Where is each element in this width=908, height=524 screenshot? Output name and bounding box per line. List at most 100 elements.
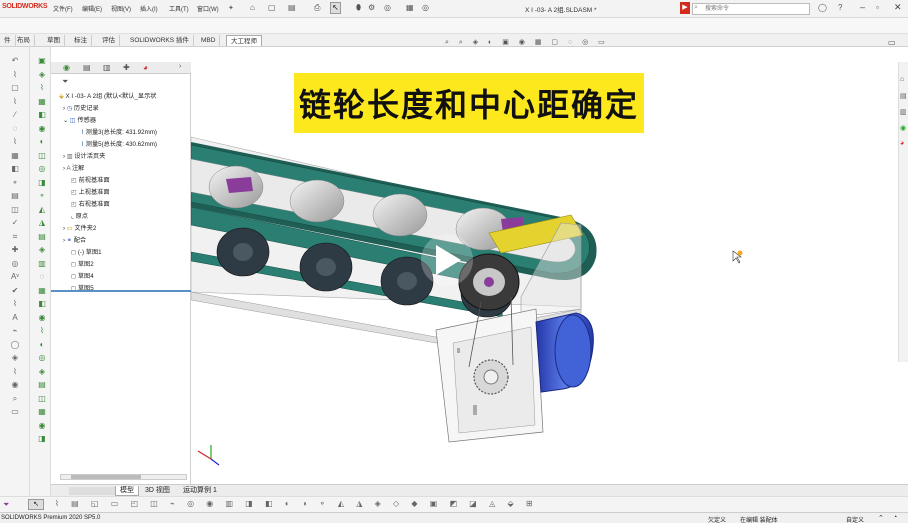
annotation-icon: A bbox=[66, 165, 71, 172]
tree-item-measure3[interactable]: ⌇ 测量3(总长度: 431.92mm) bbox=[81, 127, 157, 136]
tree-divider[interactable] bbox=[51, 290, 191, 292]
viewport-restore-icon[interactable]: ▭ bbox=[888, 38, 896, 47]
menu-insert[interactable]: 插入(I) bbox=[140, 4, 158, 13]
heads-up-toolbar[interactable]: ⌕ ⌕ ◈ ◐ ▣ ◉ ▦ ▢ ◌ ◎ ▭ bbox=[445, 38, 665, 48]
roller bbox=[289, 179, 345, 223]
tree-item-sketch2[interactable]: ◻ 草图2 bbox=[71, 259, 94, 268]
task-pane: ⌂ ▤ ▥ ◉ ◕ bbox=[898, 62, 908, 362]
tree-item-origin[interactable]: ⌞ 原点 bbox=[71, 211, 88, 220]
home-icon[interactable]: ⌂ bbox=[250, 3, 255, 12]
tree-item-right-plane[interactable]: ◰ 右视基准面 bbox=[71, 199, 110, 208]
menu-tools[interactable]: 工具(T) bbox=[169, 4, 189, 13]
origin-icon: ⌞ bbox=[71, 213, 74, 220]
tree-scrollbar[interactable] bbox=[60, 474, 187, 480]
config-icon[interactable]: ▥ bbox=[103, 63, 111, 72]
slot bbox=[473, 405, 477, 415]
explorer-icon[interactable]: ▥ bbox=[900, 108, 907, 116]
tab-motion-study[interactable]: 运动算例 1 bbox=[179, 486, 221, 496]
expand-icon[interactable]: › bbox=[179, 63, 181, 70]
tab-scroll[interactable] bbox=[69, 487, 117, 495]
left-toolbar-icons[interactable]: ↶ ⌇ ▢ ⌇ ∕ ◌ ⌇ ▦ ◧ ⚬ ▤ ◫ ✓ ⌗ ✚ ◎ Aᵛ ✔ ⌇ A ⌁ ◯ ◈ ⌇ ◉ ⌕ ▭ bbox=[8, 54, 22, 419]
bracket-purple bbox=[226, 177, 253, 193]
options-icon[interactable]: ⚙ bbox=[368, 3, 375, 12]
library-icon[interactable]: ▤ bbox=[900, 92, 907, 100]
layout-icon[interactable]: ▦ bbox=[406, 3, 414, 12]
filter-icon[interactable]: ⏷ bbox=[3, 500, 9, 510]
feature-tree-icon[interactable]: ◉ bbox=[63, 63, 70, 72]
print-icon[interactable]: ⎙ bbox=[314, 3, 320, 13]
tree-root[interactable]: ⬙ X I -03- A 2组 (默认<默认_显示状 bbox=[59, 91, 156, 100]
search-input[interactable]: 搜索命令 bbox=[692, 3, 810, 15]
search-icon: ⌕ bbox=[694, 4, 698, 11]
settings-icon[interactable]: ◎ bbox=[422, 3, 429, 12]
select-filter-icon[interactable]: ↖ bbox=[28, 499, 44, 510]
roller bbox=[372, 193, 428, 237]
tab-layout[interactable]: 布局 bbox=[13, 35, 35, 46]
help-icon[interactable]: ? bbox=[838, 3, 842, 12]
window-title: X I -03- A 2组.SLDASM * bbox=[525, 7, 597, 14]
menu-view[interactable]: 视图(V) bbox=[111, 4, 131, 13]
display-icon[interactable]: ◕ bbox=[143, 63, 148, 72]
tree-item-annotations[interactable]: › A 注解 bbox=[63, 163, 84, 172]
tree-item-top-plane[interactable]: ◰ 上视基准面 bbox=[71, 187, 110, 196]
tab-sketch[interactable]: 草图 bbox=[43, 35, 65, 46]
roller-hub bbox=[397, 272, 417, 290]
tree-item-front-plane[interactable]: ◰ 前视基准面 bbox=[71, 175, 110, 184]
plane-icon: ◰ bbox=[71, 201, 77, 208]
minimize-icon[interactable]: – bbox=[860, 2, 865, 12]
tab-markup[interactable]: 标注 bbox=[70, 35, 92, 46]
title-banner: 链轮长度和中心距确定 bbox=[294, 73, 644, 133]
app-logo: SOLIDWORKS bbox=[2, 3, 48, 10]
customize-icon[interactable]: ◔ bbox=[893, 514, 897, 521]
property-icon[interactable]: ▤ bbox=[83, 63, 91, 72]
tab-mbd[interactable]: MBD bbox=[197, 35, 221, 46]
tab-model[interactable]: 模型 bbox=[115, 486, 139, 496]
play-logo-icon[interactable]: ▶ bbox=[680, 2, 690, 14]
menu-edit[interactable]: 编辑(E) bbox=[82, 4, 102, 13]
view-icon[interactable]: ◎ bbox=[384, 3, 391, 12]
status-bar: SOLIDWORKS Premium 2020 SP5.0 欠定义 在编辑 装配… bbox=[0, 512, 908, 524]
account-icon[interactable]: ◯ bbox=[818, 3, 827, 12]
tab-3d-views[interactable]: 3D 视图 bbox=[141, 486, 174, 496]
tab-evaluate[interactable]: 评估 bbox=[98, 35, 120, 46]
scrollbar-thumb[interactable] bbox=[71, 475, 141, 479]
appearance-icon[interactable]: ◉ bbox=[900, 124, 906, 132]
banner-text: 链轮长度和中心距确定 bbox=[298, 86, 639, 124]
plane-icon: ◰ bbox=[71, 189, 77, 196]
chevron-up-icon[interactable]: ⌃ bbox=[878, 514, 884, 522]
tree-item-folder2[interactable]: › ▭ 文件夹2 bbox=[63, 223, 96, 232]
rebuild-icon[interactable]: ⬮ bbox=[356, 3, 361, 13]
history-icon: ◷ bbox=[66, 105, 73, 112]
tree-item-mates[interactable]: › ⚭ 配合 bbox=[63, 235, 86, 244]
feature-tree: ⬙ X I -03- A 2组 (默认<默认_显示状 › ◷ 历史记录 ⌄ ◫ … bbox=[51, 89, 191, 299]
maximize-icon[interactable]: ▫ bbox=[876, 3, 879, 12]
close-icon[interactable]: ✕ bbox=[894, 2, 902, 13]
new-doc-icon[interactable]: ▢ bbox=[268, 3, 276, 12]
tree-item-binder[interactable]: › ▥ 设计活页夹 bbox=[63, 151, 105, 160]
dimxpert-icon[interactable]: ✚ bbox=[123, 63, 130, 72]
tree-item-sketch4[interactable]: ◻ 草图4 bbox=[71, 271, 94, 280]
tab-addins[interactable]: SOLIDWORKS 插件 bbox=[126, 35, 194, 46]
select-icon[interactable]: ↖ bbox=[330, 2, 341, 14]
custom-props-icon[interactable]: ◕ bbox=[900, 140, 904, 147]
triad-icon bbox=[197, 445, 220, 466]
sketch-icon: ◻ bbox=[71, 249, 77, 256]
roller-hub bbox=[316, 258, 336, 276]
mates-icon: ⚭ bbox=[66, 237, 72, 244]
tree-item-measure5[interactable]: ⌇ 测量5(总长度: 430.62mm) bbox=[81, 139, 157, 148]
tab-engineer[interactable]: 大工程师 bbox=[226, 35, 262, 46]
cursor-badge bbox=[737, 250, 743, 256]
tree-item-sketch1[interactable]: ◻ (-) 草图1 bbox=[71, 247, 102, 256]
filter-icon[interactable]: ⏷ bbox=[62, 77, 68, 87]
open-icon[interactable]: ▤ bbox=[288, 3, 296, 12]
tree-item-history[interactable]: › ◷ 历史记录 bbox=[63, 103, 99, 112]
menu-window[interactable]: 窗口(W) bbox=[197, 4, 219, 13]
menu-file[interactable]: 文件(F) bbox=[53, 4, 73, 13]
resources-icon[interactable]: ⌂ bbox=[900, 76, 904, 83]
motor-end bbox=[554, 314, 592, 388]
pin-icon[interactable]: ✦ bbox=[228, 4, 234, 12]
left-toolbar-2-icons[interactable]: ▣ ◈ ⌇ ▦ ◧ ◉ ◐ ◫ ◎ ◨ ⚬ ◭ ◮ ▤ ◈ ▥ ◌ ▦ ◧ ◉ ⌇ ◐ ◎ ◈ ▤ ◫ ▦ ◉ ◨ bbox=[35, 54, 49, 446]
tree-item-sensors[interactable]: ⌄ ◫ 传感器 bbox=[63, 115, 96, 124]
sprocket-hub bbox=[483, 369, 499, 385]
selection-filter-toolbar[interactable]: ⌇ ▤ ◱ ▭ ◰ ◫ ⌁ ◎ ◉ ▥ ◨ ◧ ◐ ◑ ⚬ ◭ ◮ ◈ ◇ ◆ … bbox=[55, 499, 538, 508]
